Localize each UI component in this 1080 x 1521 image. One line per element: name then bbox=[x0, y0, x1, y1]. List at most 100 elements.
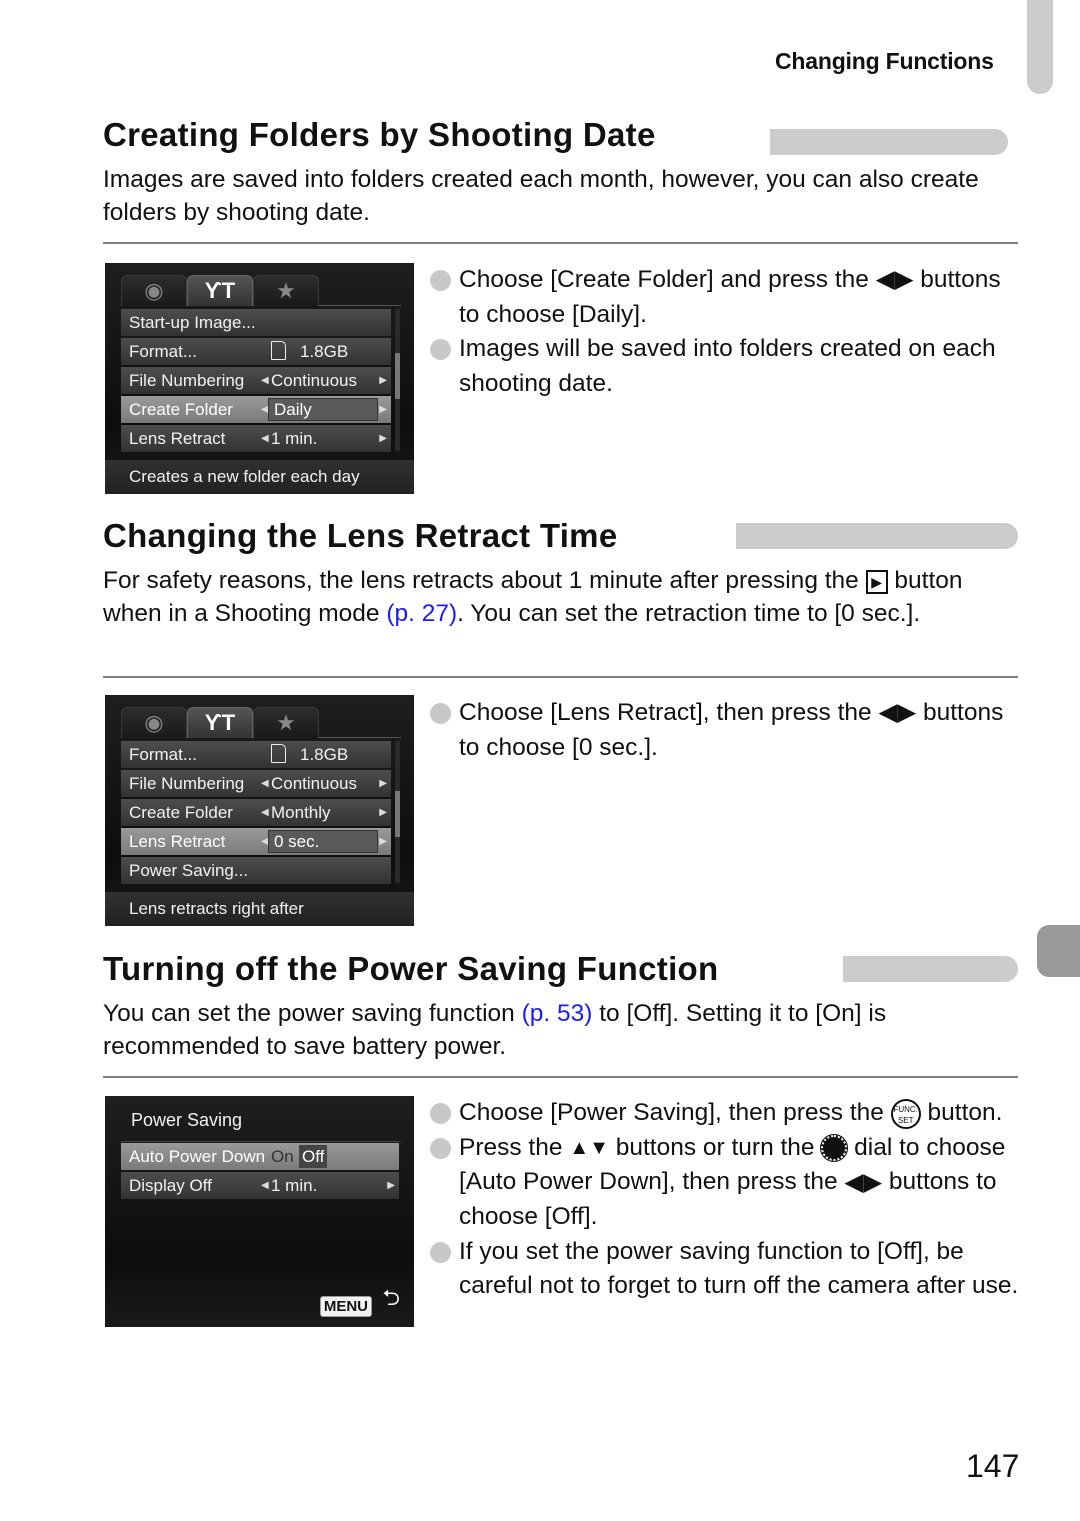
page-link[interactable]: (p. 53) bbox=[522, 1000, 593, 1027]
row-value: Continuous bbox=[271, 371, 358, 390]
menu-row-selected: Auto Power Down On Off bbox=[121, 1143, 399, 1170]
row-label: Lens Retract bbox=[129, 429, 226, 448]
menu-row: Lens Retract ◀ 1 min. ▶ bbox=[121, 425, 391, 452]
control-dial-icon bbox=[820, 1134, 849, 1163]
step-text: If you set the power saving function to … bbox=[459, 1237, 1019, 1300]
step-text: Choose [Power Saving], then press the bbox=[459, 1099, 891, 1126]
steps-list: Choose [Create Folder] and press the ◀▶ … bbox=[430, 263, 1020, 401]
page-link[interactable]: (p. 27) bbox=[386, 600, 457, 627]
chapter-side-tab bbox=[1037, 925, 1080, 977]
steps-list: Choose [Power Saving], then press the FU… bbox=[430, 1096, 1020, 1304]
menu-row: File Numbering ◀ Continuous ▶ bbox=[121, 770, 391, 797]
row-label: File Numbering bbox=[129, 371, 245, 390]
step-text: Press the bbox=[459, 1133, 570, 1161]
row-label: Power Saving... bbox=[129, 861, 249, 880]
row-value: Daily bbox=[274, 400, 312, 419]
star-icon: ★ bbox=[253, 275, 319, 306]
section-intro: You can set the power saving function (p… bbox=[103, 997, 1018, 1063]
hint-text: Creates a new folder each day bbox=[129, 467, 360, 486]
scrollbar bbox=[395, 741, 400, 883]
scroll-thumb bbox=[395, 353, 400, 399]
camera-screen-power-saving: Power Saving Auto Power Down On Off Disp… bbox=[105, 1096, 414, 1327]
divider bbox=[103, 242, 1018, 244]
row-label: Start-up Image... bbox=[129, 313, 256, 332]
step-item: Images will be saved into folders create… bbox=[430, 332, 1020, 401]
menu-rows: Format... 1.8GB File Numbering ◀ Continu… bbox=[121, 741, 391, 886]
row-value: Monthly bbox=[271, 803, 331, 822]
row-value: Continuous bbox=[271, 774, 358, 793]
intro-text: For safety reasons, the lens retracts ab… bbox=[103, 567, 866, 594]
intro-text: . You can set the retraction time to [0 … bbox=[457, 600, 921, 627]
bullet-icon bbox=[430, 270, 451, 291]
step-item: If you set the power saving function to … bbox=[430, 1235, 1020, 1304]
right-arrow-icon: ▶ bbox=[379, 836, 387, 847]
right-arrow-icon: ▶ bbox=[379, 807, 387, 818]
step-item: Choose [Lens Retract], then press the ◀▶… bbox=[430, 696, 1020, 765]
step-item: Press the ▲▼ buttons or turn the dial to… bbox=[430, 1131, 1020, 1235]
option-on: On bbox=[271, 1147, 294, 1166]
camera-icon: ◉ bbox=[121, 275, 187, 306]
menu-tabs: ◉ ϒT ★ bbox=[121, 275, 401, 306]
menu-row: Create Folder ◀ Monthly ▶ bbox=[121, 799, 391, 826]
step-text: Choose [Create Folder] and press the bbox=[459, 266, 876, 293]
section-intro: Images are saved into folders created ea… bbox=[103, 166, 979, 226]
menu-row: Power Saving... bbox=[121, 857, 391, 884]
left-right-buttons-icon: ◀▶ bbox=[875, 266, 914, 294]
hint-bar: Lens retracts right after bbox=[105, 892, 414, 926]
row-value: 1.8GB bbox=[300, 745, 349, 764]
memory-card-icon bbox=[271, 744, 286, 763]
section-title-bar bbox=[770, 129, 1008, 155]
left-right-buttons-icon: ◀▶ bbox=[878, 699, 917, 727]
steps-list: Choose [Lens Retract], then press the ◀▶… bbox=[430, 696, 1020, 765]
divider bbox=[121, 1141, 401, 1142]
left-arrow-icon: ◀ bbox=[261, 807, 269, 818]
step-text: buttons or turn the bbox=[608, 1133, 822, 1161]
bullet-icon bbox=[430, 339, 451, 361]
hint-text: Lens retracts right after bbox=[129, 899, 304, 918]
row-label: Create Folder bbox=[129, 400, 233, 419]
row-value: 1 min. bbox=[271, 429, 318, 448]
func-set-button-icon: FUNC. SET bbox=[890, 1098, 921, 1129]
hint-bar: Creates a new folder each day bbox=[105, 460, 414, 494]
left-arrow-icon: ◀ bbox=[261, 778, 269, 789]
menu-row: Start-up Image... bbox=[121, 309, 391, 336]
left-arrow-icon: ◀ bbox=[261, 433, 269, 444]
left-arrow-icon: ◀ bbox=[261, 375, 269, 386]
divider bbox=[103, 1076, 1018, 1078]
star-icon: ★ bbox=[253, 707, 319, 738]
row-label: Format... bbox=[129, 342, 198, 361]
menu-row-selected: Lens Retract ◀ 0 sec. ▶ bbox=[121, 828, 391, 855]
right-arrow-icon: ▶ bbox=[379, 778, 387, 789]
step-item: Choose [Create Folder] and press the ◀▶ … bbox=[430, 263, 1020, 332]
row-label: Format... bbox=[129, 745, 198, 764]
memory-card-icon bbox=[271, 341, 286, 360]
screen-title: Power Saving bbox=[131, 1110, 243, 1130]
right-arrow-icon: ▶ bbox=[379, 433, 387, 444]
section-title-create-folder: Creating Folders by Shooting Date bbox=[103, 116, 656, 153]
menu-row-selected: Create Folder ◀ Daily ▶ bbox=[121, 396, 391, 423]
menu-row: Format... 1.8GB bbox=[121, 741, 391, 768]
divider bbox=[103, 676, 1018, 678]
bullet-icon bbox=[430, 1137, 451, 1159]
return-icon: ⮌ bbox=[382, 1285, 400, 1310]
row-label: File Numbering bbox=[129, 774, 245, 793]
option-off-selected: Off bbox=[299, 1145, 328, 1168]
menu-row: File Numbering ◀ Continuous ▶ bbox=[121, 367, 391, 394]
menu-button-icon: MENU bbox=[319, 1296, 372, 1317]
row-label: Lens Retract bbox=[129, 832, 226, 851]
bullet-icon bbox=[430, 703, 451, 724]
playback-button-icon: ▶ bbox=[865, 569, 888, 594]
step-text: Images will be saved into folders create… bbox=[459, 335, 996, 397]
left-right-buttons-icon: ◀▶ bbox=[844, 1168, 883, 1196]
section-title-bar bbox=[736, 523, 1018, 549]
menu-rows: Auto Power Down On Off Display Off ◀ 1 m… bbox=[121, 1143, 399, 1201]
row-label: Create Folder bbox=[129, 803, 233, 822]
scrollbar bbox=[395, 309, 400, 451]
row-value: 1.8GB bbox=[300, 342, 349, 361]
menu-row: Format... 1.8GB bbox=[121, 338, 391, 365]
step-text: button. bbox=[920, 1099, 1003, 1126]
step-item: Choose [Power Saving], then press the FU… bbox=[430, 1096, 1020, 1131]
bullet-icon bbox=[430, 1241, 451, 1263]
right-arrow-icon: ▶ bbox=[387, 1180, 395, 1191]
page-number: 147 bbox=[966, 1448, 1020, 1484]
